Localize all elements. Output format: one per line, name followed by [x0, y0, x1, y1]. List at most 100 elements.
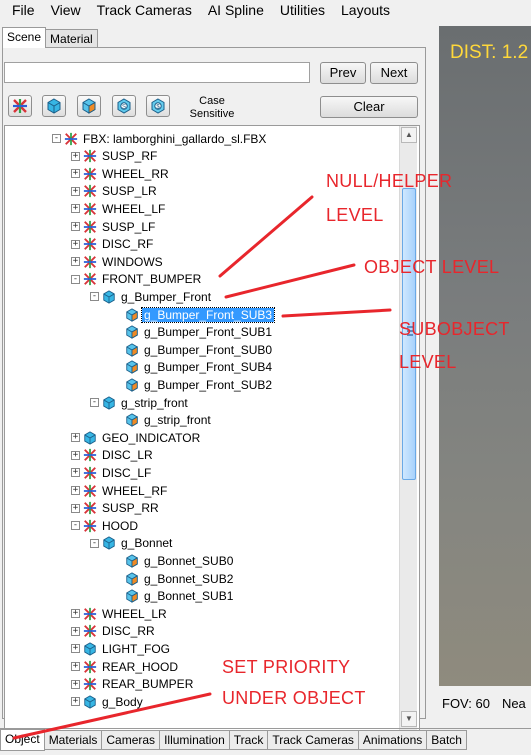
- collapse-icon[interactable]: -: [71, 274, 80, 284]
- tree-node[interactable]: + DISC_RF: [71, 236, 155, 253]
- subobject-filter-button[interactable]: [77, 95, 101, 117]
- tree-node[interactable]: g_Bumper_Front_SUB4: [125, 359, 274, 376]
- tree-node[interactable]: + WHEEL_RF: [71, 482, 169, 499]
- object-icon: [102, 536, 116, 550]
- case-sensitive-toggle[interactable]: Case Sensitive: [186, 95, 238, 121]
- tab-track[interactable]: Track: [228, 730, 269, 750]
- collapse-icon[interactable]: -: [71, 521, 80, 531]
- tree-node[interactable]: + REAR_BUMPER: [71, 676, 195, 693]
- helper-icon: [83, 202, 97, 216]
- menu-view[interactable]: View: [43, 0, 89, 22]
- tab-materials[interactable]: Materials: [43, 730, 103, 750]
- tree-node[interactable]: + WINDOWS: [71, 253, 165, 270]
- tree-node-label: g_Bumper_Front_SUB4: [144, 360, 273, 375]
- helper-icon: [83, 220, 97, 234]
- tree-scrollbar[interactable]: ▲ ▼: [399, 126, 417, 730]
- expand-icon[interactable]: +: [71, 169, 80, 179]
- prev-button[interactable]: Prev: [320, 62, 366, 84]
- expand-icon[interactable]: +: [71, 662, 80, 671]
- tree-node-label: SUSP_RR: [102, 501, 159, 516]
- tab-material[interactable]: Material: [45, 29, 98, 47]
- tree-node[interactable]: + SUSP_RF: [71, 148, 159, 165]
- tree-node[interactable]: + WHEEL_RR: [71, 165, 171, 182]
- tree-node[interactable]: g_Bumper_Front_SUB3: [125, 306, 276, 323]
- tree-node[interactable]: + SUSP_RR: [71, 500, 161, 517]
- tree-node[interactable]: g_Bonnet_SUB2: [125, 570, 235, 587]
- tree-node[interactable]: g_Bumper_Front_SUB1: [125, 324, 274, 341]
- tree-node[interactable]: g_Bumper_Front_SUB0: [125, 341, 274, 358]
- tree-node[interactable]: g_Bumper_Front_SUB2: [125, 376, 274, 393]
- expand-icon[interactable]: +: [71, 626, 80, 636]
- tab-batch[interactable]: Batch: [426, 730, 467, 750]
- expand-icon[interactable]: +: [71, 186, 80, 196]
- expand-icon[interactable]: +: [71, 503, 80, 513]
- subobject-icon: [125, 360, 139, 375]
- expand-icon[interactable]: +: [71, 609, 80, 619]
- expand-icon[interactable]: +: [71, 697, 80, 707]
- tree-node-label: WHEEL_LR: [102, 606, 167, 621]
- scroll-up-arrow-icon[interactable]: ▲: [401, 127, 417, 143]
- material-filter-button[interactable]: S: [112, 95, 136, 117]
- next-button[interactable]: Next: [370, 62, 418, 84]
- tree-node-label: g_strip_front: [121, 395, 188, 410]
- tree-node[interactable]: + REAR_HOOD: [71, 658, 180, 675]
- tree-node[interactable]: + DISC_LF: [71, 464, 153, 481]
- tab-track-cameras[interactable]: Track Cameras: [267, 730, 359, 750]
- scroll-down-arrow-icon[interactable]: ▼: [401, 711, 417, 727]
- menu-bar: File View Track Cameras AI Spline Utilit…: [0, 0, 531, 22]
- expand-icon[interactable]: +: [71, 468, 80, 478]
- tree-node[interactable]: + WHEEL_LR: [71, 605, 169, 622]
- expand-icon[interactable]: +: [71, 644, 80, 654]
- tree-node[interactable]: + LIGHT_FOG: [71, 640, 172, 657]
- clear-button[interactable]: Clear: [320, 96, 418, 118]
- viewport-status-bar: FOV: 60 Nea: [432, 686, 531, 720]
- tree-node[interactable]: - g_Bumper_Front: [90, 288, 213, 305]
- expand-icon[interactable]: +: [71, 222, 80, 231]
- collapse-icon[interactable]: -: [90, 398, 99, 407]
- expand-icon[interactable]: +: [71, 433, 80, 443]
- object-filter-button[interactable]: [42, 95, 66, 117]
- expand-icon[interactable]: +: [71, 151, 80, 161]
- expand-icon[interactable]: +: [71, 679, 80, 689]
- tree-node[interactable]: + DISC_LR: [71, 447, 155, 464]
- expand-icon[interactable]: +: [71, 239, 80, 249]
- menu-layouts[interactable]: Layouts: [333, 0, 398, 22]
- tree-node[interactable]: - g_Bonnet: [90, 535, 174, 552]
- helper-icon: [83, 607, 97, 621]
- subobject-icon: [125, 343, 139, 357]
- tree-node[interactable]: - FRONT_BUMPER: [71, 271, 203, 288]
- tree-node[interactable]: - FBX: lamborghini_gallardo_sl.FBX: [52, 130, 268, 147]
- tree-node[interactable]: + SUSP_LF: [71, 218, 157, 235]
- helper-filter-button[interactable]: [8, 95, 32, 117]
- tree-node[interactable]: + g_Body: [71, 693, 145, 710]
- texture-filter-button[interactable]: $: [146, 95, 170, 117]
- collapse-icon[interactable]: -: [52, 134, 61, 143]
- tree-node[interactable]: + SUSP_LR: [71, 183, 159, 200]
- tree-node[interactable]: + WHEEL_LF: [71, 200, 167, 217]
- expand-icon[interactable]: +: [71, 204, 80, 214]
- expand-icon[interactable]: +: [71, 486, 80, 495]
- tree-node[interactable]: g_Bonnet_SUB1: [125, 588, 235, 605]
- menu-ai-spline[interactable]: AI Spline: [200, 0, 272, 22]
- tree-node[interactable]: - g_strip_front: [90, 394, 190, 411]
- tree-node[interactable]: g_strip_front: [125, 412, 213, 429]
- expand-icon[interactable]: +: [71, 450, 80, 460]
- tab-object[interactable]: Object: [0, 729, 45, 751]
- menu-utilities[interactable]: Utilities: [272, 0, 333, 22]
- tree-node[interactable]: + DISC_RR: [71, 623, 157, 640]
- helper-filter-icon: [13, 99, 27, 113]
- tree-node-label: g_Bumper_Front_SUB3: [140, 306, 276, 323]
- tree-node[interactable]: - HOOD: [71, 517, 140, 534]
- menu-file[interactable]: File: [4, 0, 43, 22]
- collapse-icon[interactable]: -: [90, 538, 99, 548]
- tree-node[interactable]: + GEO_INDICATOR: [71, 429, 202, 446]
- collapse-icon[interactable]: -: [90, 292, 99, 302]
- tab-scene[interactable]: Scene: [2, 27, 47, 48]
- menu-track-cameras[interactable]: Track Cameras: [89, 0, 200, 22]
- tab-animations[interactable]: Animations: [357, 730, 428, 750]
- search-input[interactable]: [4, 62, 310, 83]
- expand-icon[interactable]: +: [71, 257, 80, 267]
- tab-illumination[interactable]: Illumination: [159, 730, 230, 750]
- tab-cameras[interactable]: Cameras: [101, 730, 161, 750]
- tree-node[interactable]: g_Bonnet_SUB0: [125, 552, 235, 569]
